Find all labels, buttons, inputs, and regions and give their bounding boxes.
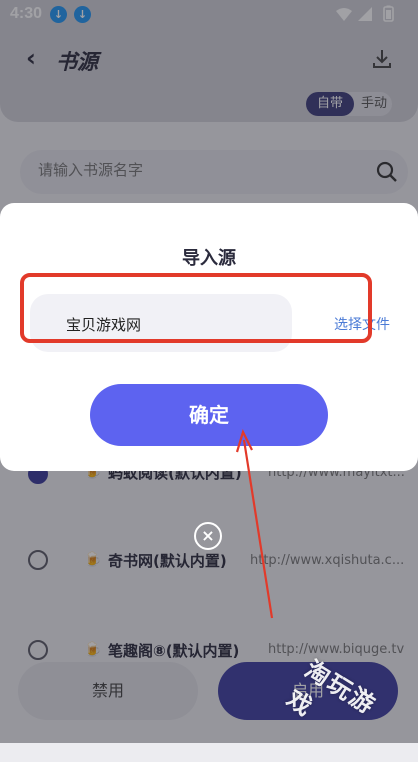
annotation-arrow (235, 429, 274, 619)
